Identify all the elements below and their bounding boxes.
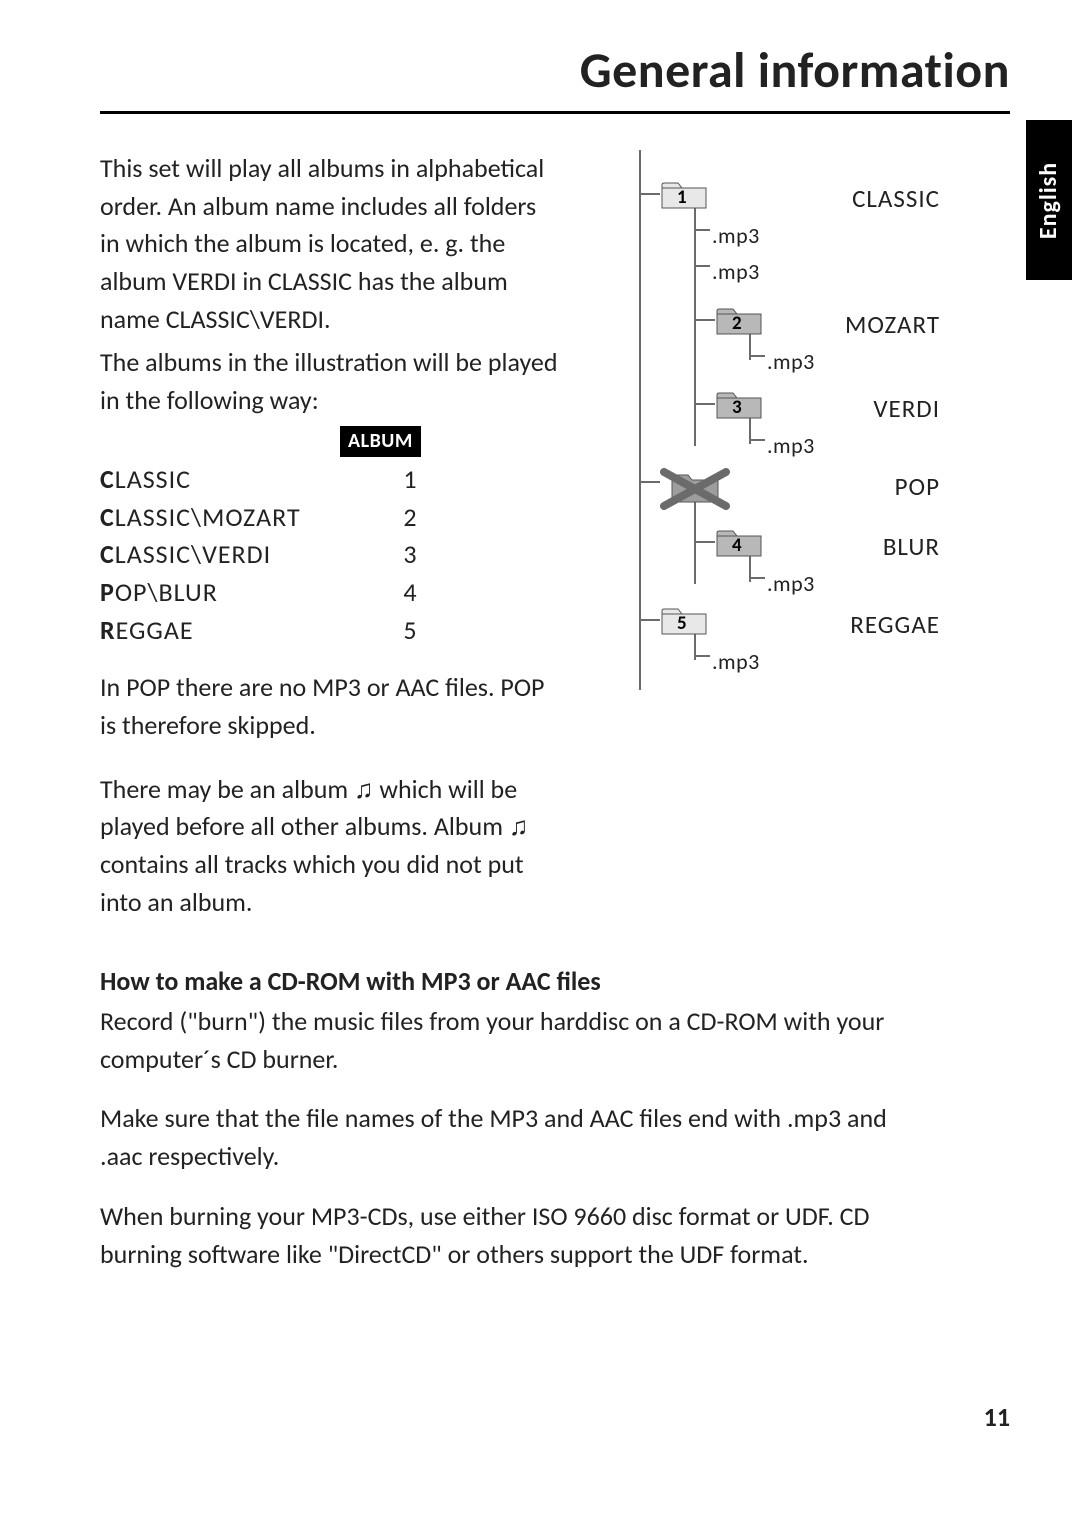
- tree-file-label: .mp3: [712, 258, 760, 285]
- paragraph-3: In POP there are no MP3 or AAC files. PO…: [100, 669, 560, 744]
- lower-p2: Make sure that the file names of the MP3…: [100, 1100, 890, 1175]
- album-badge: ALBUM: [340, 426, 421, 457]
- folder-icon: 3: [715, 390, 763, 420]
- folder-icon: 4: [715, 528, 763, 558]
- tree-folder-label: MOZART: [800, 309, 940, 340]
- music-note-icon: ♫: [509, 811, 529, 841]
- album-header: ALBUM: [100, 426, 560, 457]
- tree-file-label: .mp3: [767, 348, 815, 375]
- subheading: How to make a CD-ROM with MP3 or AAC fil…: [100, 963, 890, 1001]
- lower-section: How to make a CD-ROM with MP3 or AAC fil…: [100, 963, 890, 1273]
- album-row: CLASSIC\MOZART 2: [100, 499, 560, 537]
- page-title: General information: [100, 40, 1010, 101]
- folder-icon: 5: [660, 606, 708, 636]
- language-tab-label: English: [1035, 161, 1064, 238]
- paragraph-2: The albums in the illustration will be p…: [100, 344, 560, 419]
- language-tab: English: [1026, 120, 1072, 280]
- paragraph-4: There may be an album ♫ which will be pl…: [100, 771, 560, 922]
- tree-file-label: .mp3: [767, 432, 815, 459]
- tree-folder-label: CLASSIC: [800, 183, 940, 214]
- album-table: CLASSIC 1 CLASSIC\MOZART 2 CLASSIC\VERDI…: [100, 461, 560, 649]
- tree-folder-label: POP: [800, 471, 940, 502]
- tree-file-label: .mp3: [712, 222, 760, 249]
- folder-skipped-icon: [660, 468, 730, 515]
- music-note-icon: ♫: [354, 774, 374, 804]
- folder-icon: 2: [715, 306, 763, 336]
- lower-p1: Record ("burn") the music files from you…: [100, 1003, 890, 1078]
- tree-folder-label: VERDI: [800, 393, 940, 424]
- title-rule: [100, 111, 1010, 114]
- page-number: 11: [984, 1401, 1010, 1433]
- tree-file-label: .mp3: [767, 570, 815, 597]
- folder-icon: 1: [660, 180, 708, 210]
- left-column: This set will play all albums in alphabe…: [100, 150, 560, 927]
- album-row: REGGAE 5: [100, 612, 560, 650]
- tree-folder-label: BLUR: [800, 531, 940, 562]
- album-row: POP\BLUR 4: [100, 574, 560, 612]
- lower-p3: When burning your MP3-CDs, use either IS…: [100, 1198, 890, 1273]
- paragraph-1: This set will play all albums in alphabe…: [100, 150, 560, 338]
- tree-folder-label: REGGAE: [800, 609, 940, 640]
- album-row: CLASSIC\VERDI 3: [100, 536, 560, 574]
- tree-file-label: .mp3: [712, 648, 760, 675]
- album-row: CLASSIC 1: [100, 461, 560, 499]
